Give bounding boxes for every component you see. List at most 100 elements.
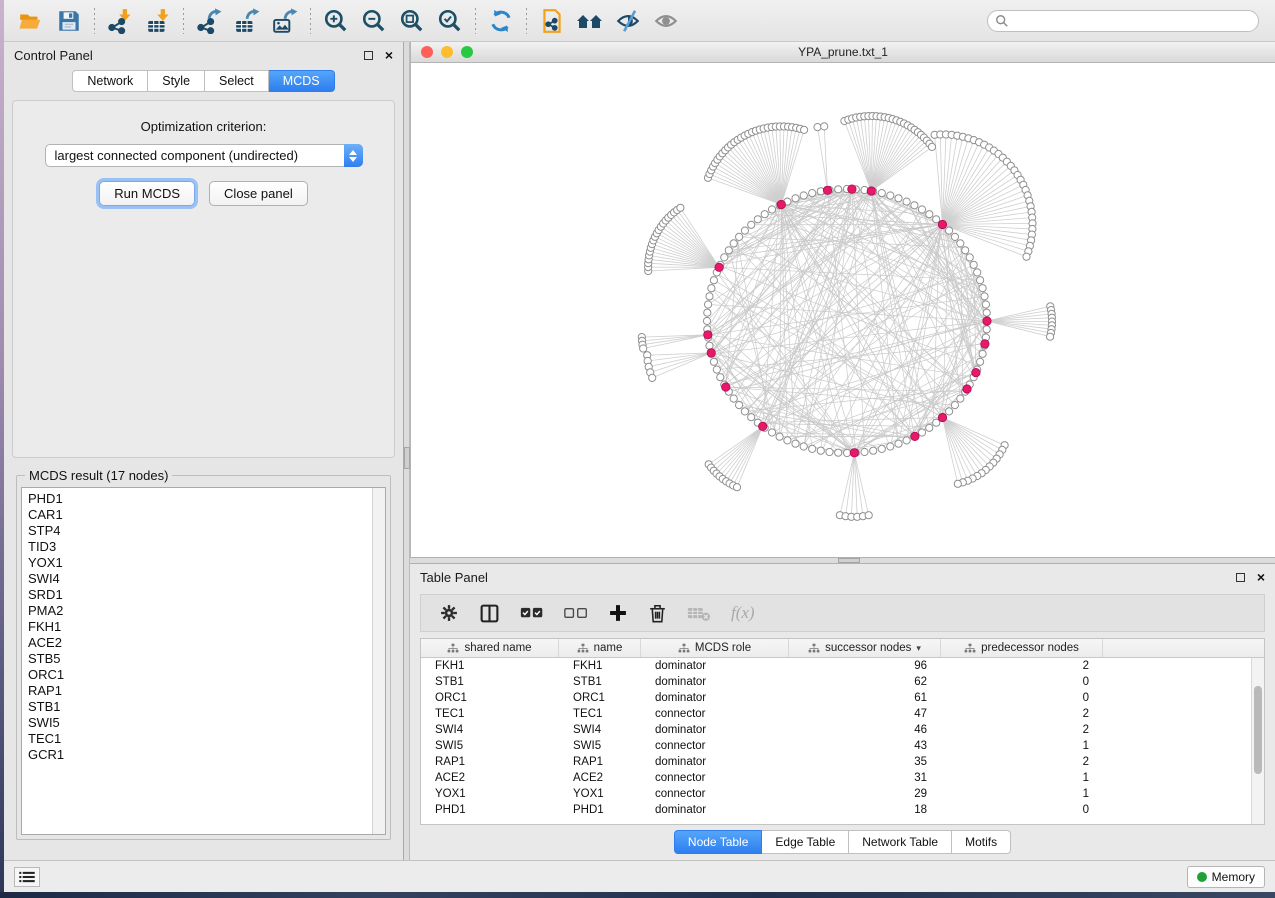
table-cell[interactable]: YOX1 xyxy=(421,786,559,802)
horizontal-splitter[interactable] xyxy=(410,557,1275,564)
vertical-splitter[interactable] xyxy=(403,42,410,860)
criterion-dropdown[interactable]: largest connected component (undirected) xyxy=(45,144,363,167)
table-cell[interactable] xyxy=(1103,786,1264,802)
tab-node-table[interactable]: Node Table xyxy=(674,830,763,854)
table-cell[interactable]: RAP1 xyxy=(421,754,559,770)
table-cell[interactable]: connector xyxy=(641,706,789,722)
table-cell[interactable]: dominator xyxy=(641,690,789,706)
table-row[interactable]: ORC1ORC1dominator610 xyxy=(421,690,1264,706)
tab-style[interactable]: Style xyxy=(148,70,205,92)
table-cell[interactable] xyxy=(1103,770,1264,786)
result-item[interactable]: PHD1 xyxy=(28,491,385,507)
table-cell[interactable]: 1 xyxy=(941,786,1103,802)
table-cell[interactable]: STB1 xyxy=(421,674,559,690)
zoom-fit-icon[interactable] xyxy=(395,4,429,38)
column-header-successor-nodes[interactable]: successor nodes▾ xyxy=(789,639,941,657)
table-cell[interactable]: dominator xyxy=(641,802,789,818)
result-item[interactable]: TEC1 xyxy=(28,731,385,747)
table-scrollbar-thumb[interactable] xyxy=(1254,686,1262,774)
tab-network-table[interactable]: Network Table xyxy=(849,830,952,854)
home-pages-icon[interactable] xyxy=(573,4,607,38)
table-settings-gear-icon[interactable] xyxy=(439,603,459,623)
table-cell[interactable]: 47 xyxy=(789,706,941,722)
search-field[interactable] xyxy=(987,10,1259,32)
export-table-icon[interactable] xyxy=(230,4,264,38)
table-cell[interactable]: 46 xyxy=(789,722,941,738)
run-mcds-button[interactable]: Run MCDS xyxy=(99,181,195,206)
table-cell[interactable]: SWI5 xyxy=(421,738,559,754)
table-row[interactable]: FKH1FKH1dominator962 xyxy=(421,658,1264,674)
result-list-scrollbar[interactable] xyxy=(372,488,385,834)
column-header-predecessor-nodes[interactable]: predecessor nodes xyxy=(941,639,1103,657)
table-cell[interactable]: SWI5 xyxy=(559,738,641,754)
hide-selected-eye-icon[interactable] xyxy=(611,4,645,38)
zoom-in-icon[interactable] xyxy=(319,4,353,38)
result-item[interactable]: PMA2 xyxy=(28,603,385,619)
table-cell[interactable]: 2 xyxy=(941,754,1103,770)
table-cell[interactable]: connector xyxy=(641,786,789,802)
result-item[interactable]: YOX1 xyxy=(28,555,385,571)
result-item[interactable]: SWI5 xyxy=(28,715,385,731)
table-cell[interactable]: 1 xyxy=(941,770,1103,786)
table-cell[interactable]: 0 xyxy=(941,690,1103,706)
save-session-icon[interactable] xyxy=(52,4,86,38)
table-cell[interactable]: 2 xyxy=(941,658,1103,674)
result-item[interactable]: RAP1 xyxy=(28,683,385,699)
table-cell[interactable]: 35 xyxy=(789,754,941,770)
float-panel-icon[interactable] xyxy=(364,51,373,60)
result-item[interactable]: STP4 xyxy=(28,523,385,539)
table-cell[interactable]: 43 xyxy=(789,738,941,754)
table-row[interactable]: RAP1RAP1dominator352 xyxy=(421,754,1264,770)
table-cell[interactable] xyxy=(1103,658,1264,674)
table-cell[interactable]: YOX1 xyxy=(559,786,641,802)
show-columns-icon[interactable] xyxy=(479,603,500,624)
table-cell[interactable]: dominator xyxy=(641,722,789,738)
select-all-icon[interactable] xyxy=(520,605,544,621)
delete-column-trash-icon[interactable] xyxy=(648,603,667,624)
table-cell[interactable]: ORC1 xyxy=(421,690,559,706)
refresh-icon[interactable] xyxy=(484,4,518,38)
export-image-icon[interactable] xyxy=(268,4,302,38)
table-cell[interactable]: dominator xyxy=(641,754,789,770)
share-network-document-icon[interactable] xyxy=(535,4,569,38)
tab-network[interactable]: Network xyxy=(72,70,148,92)
table-cell[interactable]: 18 xyxy=(789,802,941,818)
network-canvas[interactable] xyxy=(411,63,1275,557)
splitter-handle[interactable] xyxy=(404,447,410,469)
table-cell[interactable]: SWI4 xyxy=(559,722,641,738)
mcds-result-list[interactable]: PHD1CAR1STP4TID3YOX1SWI4SRD1PMA2FKH1ACE2… xyxy=(21,487,386,835)
open-file-icon[interactable] xyxy=(14,4,48,38)
table-cell[interactable]: 2 xyxy=(941,722,1103,738)
table-cell[interactable]: 96 xyxy=(789,658,941,674)
table-cell[interactable]: 29 xyxy=(789,786,941,802)
result-item[interactable]: STB5 xyxy=(28,651,385,667)
table-cell[interactable]: TEC1 xyxy=(559,706,641,722)
table-cell[interactable] xyxy=(1103,690,1264,706)
table-cell[interactable]: 31 xyxy=(789,770,941,786)
table-cell[interactable]: connector xyxy=(641,738,789,754)
table-row[interactable]: ACE2ACE2connector311 xyxy=(421,770,1264,786)
table-cell[interactable]: TEC1 xyxy=(421,706,559,722)
zoom-selected-icon[interactable] xyxy=(433,4,467,38)
table-cell[interactable]: FKH1 xyxy=(421,658,559,674)
table-cell[interactable]: 62 xyxy=(789,674,941,690)
table-cell[interactable] xyxy=(1103,738,1264,754)
close-panel-button[interactable]: Close panel xyxy=(209,181,308,206)
table-cell[interactable]: 0 xyxy=(941,674,1103,690)
tab-mcds[interactable]: MCDS xyxy=(269,70,335,92)
table-cell[interactable]: connector xyxy=(641,770,789,786)
result-item[interactable]: TID3 xyxy=(28,539,385,555)
import-network-icon[interactable] xyxy=(103,4,137,38)
table-cell[interactable]: dominator xyxy=(641,674,789,690)
import-table-icon[interactable] xyxy=(141,4,175,38)
column-header-MCDS-role[interactable]: MCDS role xyxy=(641,639,789,657)
result-item[interactable]: SWI4 xyxy=(28,571,385,587)
table-cell[interactable]: 1 xyxy=(941,738,1103,754)
table-row[interactable]: SWI5SWI5connector431 xyxy=(421,738,1264,754)
tab-select[interactable]: Select xyxy=(205,70,269,92)
table-row[interactable]: PHD1PHD1dominator180 xyxy=(421,802,1264,818)
close-panel-icon[interactable]: × xyxy=(385,50,393,60)
table-cell[interactable]: 2 xyxy=(941,706,1103,722)
close-panel-icon[interactable]: × xyxy=(1257,572,1265,582)
table-cell[interactable] xyxy=(1103,802,1264,818)
